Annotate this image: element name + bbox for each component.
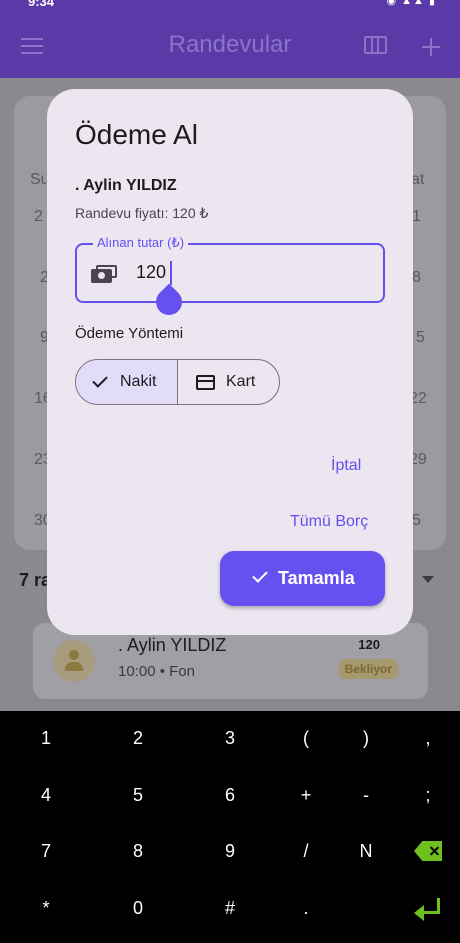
amount-field[interactable]: Alınan tutar (₺)	[75, 235, 385, 303]
key[interactable]: .	[276, 888, 336, 928]
key[interactable]: 1	[16, 718, 76, 758]
method-cash-label: Nakit	[120, 373, 157, 390]
key[interactable]: (	[276, 718, 336, 758]
chevron-down-icon[interactable]	[422, 576, 434, 583]
appointment-price: 120	[358, 637, 380, 652]
complete-button-label: Tamamla	[278, 568, 355, 588]
payment-method-selector: Nakit Kart	[75, 359, 280, 405]
key[interactable]: +	[276, 775, 336, 815]
calendar-day: 5	[416, 329, 425, 346]
key[interactable]: -	[336, 775, 396, 815]
dialog-title: Ödeme Al	[75, 119, 198, 150]
view-columns-icon[interactable]	[364, 36, 387, 54]
calendar-day: 8	[412, 269, 421, 286]
key[interactable]: 6	[200, 775, 260, 815]
amount-field-label: Alınan tutar (₺)	[93, 235, 189, 251]
cash-icon	[91, 265, 117, 283]
all-debt-button[interactable]: Tümü Borç	[290, 513, 368, 531]
key[interactable]: 9	[200, 831, 260, 871]
key[interactable]: /	[276, 831, 336, 871]
key[interactable]: 0	[108, 888, 168, 928]
key[interactable]: 4	[16, 775, 76, 815]
credit-card-icon	[196, 375, 215, 390]
key[interactable]: )	[336, 718, 396, 758]
key[interactable]: ;	[398, 775, 458, 815]
calendar-day: 5	[412, 512, 421, 529]
add-icon[interactable]	[420, 36, 442, 58]
numeric-keyboard: 1 2 3 ( ) , 4 5 6 + - ; 7 8 9 / N * 0 # …	[0, 711, 460, 943]
key[interactable]: ,	[398, 718, 458, 758]
key[interactable]: *	[16, 888, 76, 928]
cancel-button[interactable]: İptal	[331, 457, 361, 475]
person-icon	[53, 640, 95, 682]
key[interactable]: N	[336, 831, 396, 871]
amount-input[interactable]	[136, 262, 196, 283]
client-name: . Aylin YILDIZ	[75, 177, 177, 194]
appointment-price-text: Randevu fiyatı: 120 ₺	[75, 205, 209, 221]
payment-method-label: Ödeme Yöntemi	[75, 325, 184, 342]
status-bar: 9:34 ◉ ▲▲ ▮	[0, 0, 460, 14]
status-badge: Bekliyor	[338, 659, 398, 679]
cursor-handle[interactable]	[156, 285, 182, 315]
key[interactable]: #	[200, 888, 260, 928]
key[interactable]: 7	[16, 831, 76, 871]
appointment-time-service: 10:00 • Fon	[118, 663, 195, 680]
appointment-name: . Aylin YILDIZ	[118, 635, 227, 655]
key[interactable]: 5	[108, 775, 168, 815]
weekday-label: at	[411, 171, 425, 188]
app-title: Randevular	[168, 31, 292, 58]
backspace-icon[interactable]	[414, 841, 442, 861]
key[interactable]: 8	[108, 831, 168, 871]
key[interactable]: 3	[200, 718, 260, 758]
complete-button[interactable]: Tamamla	[220, 551, 385, 606]
status-icons: ◉ ▲▲ ▮	[386, 0, 436, 7]
enter-icon[interactable]	[414, 898, 442, 922]
method-card-button[interactable]: Kart	[178, 360, 279, 404]
check-icon	[252, 567, 268, 583]
method-card-label: Kart	[226, 373, 256, 390]
payment-dialog: Ödeme Al . Aylin YILDIZ Randevu fiyatı: …	[47, 89, 413, 635]
calendar-day: 1	[412, 208, 421, 225]
calendar-day: 2	[34, 208, 43, 225]
method-cash-button[interactable]: Nakit	[76, 360, 178, 404]
text-cursor	[170, 261, 172, 285]
app-bar: Randevular	[0, 14, 460, 78]
status-time: 9:34	[28, 0, 55, 9]
check-icon	[92, 372, 108, 388]
key[interactable]: 2	[108, 718, 168, 758]
